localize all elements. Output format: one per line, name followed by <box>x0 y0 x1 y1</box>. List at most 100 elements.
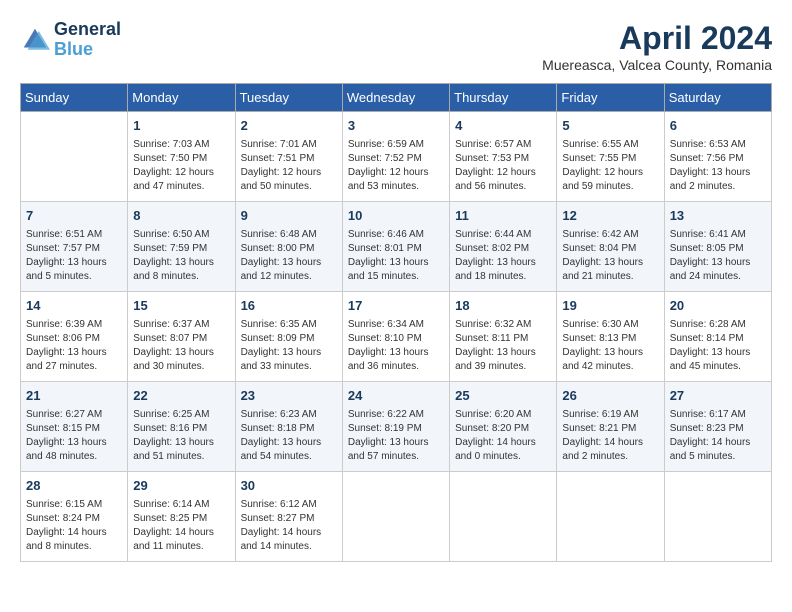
calendar-day-cell: 6Sunrise: 6:53 AM Sunset: 7:56 PM Daylig… <box>664 112 771 202</box>
day-info: Sunrise: 6:34 AM Sunset: 8:10 PM Dayligh… <box>348 318 444 374</box>
logo-text: General Blue <box>54 20 121 60</box>
calendar-day-cell: 11Sunrise: 6:44 AM Sunset: 8:02 PM Dayli… <box>450 202 557 292</box>
day-info: Sunrise: 6:44 AM Sunset: 8:02 PM Dayligh… <box>455 228 551 284</box>
day-number: 25 <box>455 386 551 406</box>
month-title: April 2024 <box>542 20 772 57</box>
calendar-day-cell: 23Sunrise: 6:23 AM Sunset: 8:18 PM Dayli… <box>235 382 342 472</box>
day-number: 5 <box>562 116 658 136</box>
calendar-day-cell <box>21 112 128 202</box>
calendar-day-cell: 17Sunrise: 6:34 AM Sunset: 8:10 PM Dayli… <box>342 292 449 382</box>
day-info: Sunrise: 6:50 AM Sunset: 7:59 PM Dayligh… <box>133 228 229 284</box>
day-number: 29 <box>133 476 229 496</box>
day-number: 17 <box>348 296 444 316</box>
day-number: 21 <box>26 386 122 406</box>
calendar-day-cell: 28Sunrise: 6:15 AM Sunset: 8:24 PM Dayli… <box>21 472 128 562</box>
day-info: Sunrise: 6:51 AM Sunset: 7:57 PM Dayligh… <box>26 228 122 284</box>
calendar-day-cell: 7Sunrise: 6:51 AM Sunset: 7:57 PM Daylig… <box>21 202 128 292</box>
day-info: Sunrise: 6:37 AM Sunset: 8:07 PM Dayligh… <box>133 318 229 374</box>
day-info: Sunrise: 7:01 AM Sunset: 7:51 PM Dayligh… <box>241 138 337 194</box>
calendar-week-row: 14Sunrise: 6:39 AM Sunset: 8:06 PM Dayli… <box>21 292 772 382</box>
day-number: 23 <box>241 386 337 406</box>
day-of-week-header: Saturday <box>664 84 771 112</box>
day-number: 15 <box>133 296 229 316</box>
logo-icon <box>20 25 50 55</box>
day-number: 8 <box>133 206 229 226</box>
day-number: 12 <box>562 206 658 226</box>
day-number: 6 <box>670 116 766 136</box>
day-number: 20 <box>670 296 766 316</box>
day-number: 28 <box>26 476 122 496</box>
day-number: 18 <box>455 296 551 316</box>
calendar-day-cell: 22Sunrise: 6:25 AM Sunset: 8:16 PM Dayli… <box>128 382 235 472</box>
logo-line2: Blue <box>54 39 93 59</box>
day-number: 10 <box>348 206 444 226</box>
calendar-day-cell: 10Sunrise: 6:46 AM Sunset: 8:01 PM Dayli… <box>342 202 449 292</box>
day-info: Sunrise: 6:30 AM Sunset: 8:13 PM Dayligh… <box>562 318 658 374</box>
calendar-day-cell: 9Sunrise: 6:48 AM Sunset: 8:00 PM Daylig… <box>235 202 342 292</box>
day-number: 13 <box>670 206 766 226</box>
day-info: Sunrise: 6:28 AM Sunset: 8:14 PM Dayligh… <box>670 318 766 374</box>
day-info: Sunrise: 6:25 AM Sunset: 8:16 PM Dayligh… <box>133 408 229 464</box>
day-of-week-header: Friday <box>557 84 664 112</box>
day-info: Sunrise: 6:23 AM Sunset: 8:18 PM Dayligh… <box>241 408 337 464</box>
calendar-week-row: 7Sunrise: 6:51 AM Sunset: 7:57 PM Daylig… <box>21 202 772 292</box>
day-number: 14 <box>26 296 122 316</box>
calendar-day-cell: 30Sunrise: 6:12 AM Sunset: 8:27 PM Dayli… <box>235 472 342 562</box>
day-info: Sunrise: 6:15 AM Sunset: 8:24 PM Dayligh… <box>26 498 122 554</box>
day-info: Sunrise: 6:53 AM Sunset: 7:56 PM Dayligh… <box>670 138 766 194</box>
day-number: 4 <box>455 116 551 136</box>
day-number: 7 <box>26 206 122 226</box>
page-header: General Blue April 2024 Muereasca, Valce… <box>20 20 772 73</box>
day-number: 9 <box>241 206 337 226</box>
day-info: Sunrise: 6:39 AM Sunset: 8:06 PM Dayligh… <box>26 318 122 374</box>
calendar-day-cell: 5Sunrise: 6:55 AM Sunset: 7:55 PM Daylig… <box>557 112 664 202</box>
day-info: Sunrise: 6:59 AM Sunset: 7:52 PM Dayligh… <box>348 138 444 194</box>
calendar-week-row: 1Sunrise: 7:03 AM Sunset: 7:50 PM Daylig… <box>21 112 772 202</box>
calendar-day-cell: 18Sunrise: 6:32 AM Sunset: 8:11 PM Dayli… <box>450 292 557 382</box>
calendar-day-cell: 14Sunrise: 6:39 AM Sunset: 8:06 PM Dayli… <box>21 292 128 382</box>
logo: General Blue <box>20 20 121 60</box>
title-block: April 2024 Muereasca, Valcea County, Rom… <box>542 20 772 73</box>
day-number: 11 <box>455 206 551 226</box>
calendar-table: SundayMondayTuesdayWednesdayThursdayFrid… <box>20 83 772 562</box>
day-of-week-header: Wednesday <box>342 84 449 112</box>
calendar-day-cell: 24Sunrise: 6:22 AM Sunset: 8:19 PM Dayli… <box>342 382 449 472</box>
calendar-day-cell: 19Sunrise: 6:30 AM Sunset: 8:13 PM Dayli… <box>557 292 664 382</box>
day-info: Sunrise: 6:19 AM Sunset: 8:21 PM Dayligh… <box>562 408 658 464</box>
calendar-day-cell: 21Sunrise: 6:27 AM Sunset: 8:15 PM Dayli… <box>21 382 128 472</box>
calendar-day-cell <box>664 472 771 562</box>
calendar-week-row: 28Sunrise: 6:15 AM Sunset: 8:24 PM Dayli… <box>21 472 772 562</box>
day-info: Sunrise: 6:27 AM Sunset: 8:15 PM Dayligh… <box>26 408 122 464</box>
day-info: Sunrise: 6:22 AM Sunset: 8:19 PM Dayligh… <box>348 408 444 464</box>
day-info: Sunrise: 6:32 AM Sunset: 8:11 PM Dayligh… <box>455 318 551 374</box>
calendar-day-cell: 1Sunrise: 7:03 AM Sunset: 7:50 PM Daylig… <box>128 112 235 202</box>
calendar-day-cell: 13Sunrise: 6:41 AM Sunset: 8:05 PM Dayli… <box>664 202 771 292</box>
calendar-day-cell: 3Sunrise: 6:59 AM Sunset: 7:52 PM Daylig… <box>342 112 449 202</box>
location: Muereasca, Valcea County, Romania <box>542 57 772 73</box>
calendar-day-cell: 26Sunrise: 6:19 AM Sunset: 8:21 PM Dayli… <box>557 382 664 472</box>
day-number: 24 <box>348 386 444 406</box>
day-number: 1 <box>133 116 229 136</box>
day-of-week-header: Sunday <box>21 84 128 112</box>
calendar-day-cell: 4Sunrise: 6:57 AM Sunset: 7:53 PM Daylig… <box>450 112 557 202</box>
day-number: 26 <box>562 386 658 406</box>
day-number: 3 <box>348 116 444 136</box>
day-number: 22 <box>133 386 229 406</box>
logo-line1: General <box>54 20 121 40</box>
day-info: Sunrise: 6:17 AM Sunset: 8:23 PM Dayligh… <box>670 408 766 464</box>
calendar-day-cell: 16Sunrise: 6:35 AM Sunset: 8:09 PM Dayli… <box>235 292 342 382</box>
day-of-week-header: Thursday <box>450 84 557 112</box>
calendar-day-cell: 15Sunrise: 6:37 AM Sunset: 8:07 PM Dayli… <box>128 292 235 382</box>
day-info: Sunrise: 6:55 AM Sunset: 7:55 PM Dayligh… <box>562 138 658 194</box>
day-of-week-header: Tuesday <box>235 84 342 112</box>
day-info: Sunrise: 6:20 AM Sunset: 8:20 PM Dayligh… <box>455 408 551 464</box>
day-number: 27 <box>670 386 766 406</box>
day-info: Sunrise: 6:46 AM Sunset: 8:01 PM Dayligh… <box>348 228 444 284</box>
day-number: 16 <box>241 296 337 316</box>
day-info: Sunrise: 6:57 AM Sunset: 7:53 PM Dayligh… <box>455 138 551 194</box>
day-of-week-header: Monday <box>128 84 235 112</box>
day-info: Sunrise: 7:03 AM Sunset: 7:50 PM Dayligh… <box>133 138 229 194</box>
day-info: Sunrise: 6:14 AM Sunset: 8:25 PM Dayligh… <box>133 498 229 554</box>
calendar-day-cell <box>557 472 664 562</box>
day-info: Sunrise: 6:48 AM Sunset: 8:00 PM Dayligh… <box>241 228 337 284</box>
